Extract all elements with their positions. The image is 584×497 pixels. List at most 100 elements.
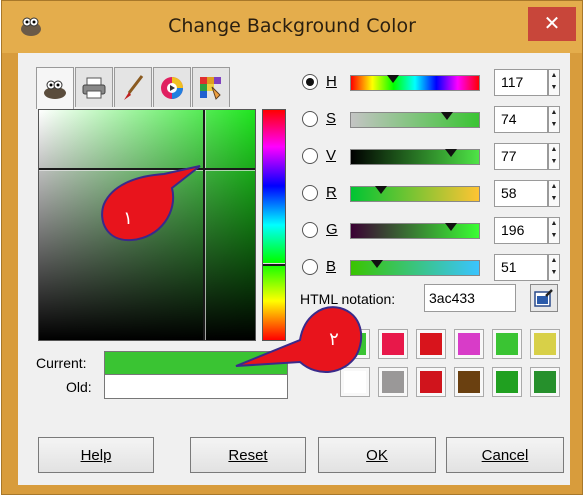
color-selector-tabs: [36, 67, 231, 109]
slider-handle[interactable]: [444, 223, 457, 231]
spin-up-icon[interactable]: ▲: [549, 70, 559, 82]
tab-wheel[interactable]: [153, 67, 191, 107]
tab-gimp-selector[interactable]: [36, 67, 74, 109]
history-swatch-color: [344, 333, 366, 355]
crosshair-vertical-highlight: [205, 110, 206, 340]
channel-value-g[interactable]: 196: [494, 217, 548, 244]
channel-radio-g[interactable]: [302, 222, 318, 238]
current-color-swatch: [104, 351, 288, 375]
html-notation-input[interactable]: [424, 284, 516, 312]
slider-handle[interactable]: [441, 112, 454, 120]
saturation-value-plane[interactable]: [38, 109, 256, 341]
history-swatch-color: [382, 333, 404, 355]
history-swatch[interactable]: [530, 367, 560, 397]
spin-buttons[interactable]: ▲ ▼: [548, 217, 560, 244]
slider-handle[interactable]: [374, 186, 387, 194]
spin-down-icon[interactable]: ▼: [549, 230, 559, 242]
tab-watercolor[interactable]: [114, 67, 152, 107]
crosshair-horizontal: [39, 168, 255, 170]
history-swatch[interactable]: [492, 367, 522, 397]
channel-value-h[interactable]: 117: [494, 69, 548, 96]
slider-handle[interactable]: [387, 75, 400, 83]
spin-buttons[interactable]: ▲ ▼: [548, 106, 560, 133]
channel-slider-h[interactable]: [350, 75, 480, 91]
slider-handle[interactable]: [445, 149, 458, 157]
ok-button-label: OK: [366, 446, 388, 464]
channel-label-r: R: [326, 184, 337, 201]
channel-label-h: H: [326, 73, 337, 90]
spin-up-icon[interactable]: ▲: [549, 181, 559, 193]
reset-button[interactable]: Reset: [190, 437, 306, 473]
channel-label-v: V: [326, 147, 337, 164]
channel-slider-g[interactable]: [350, 223, 480, 239]
channel-radio-v[interactable]: [302, 148, 318, 164]
spin-down-icon[interactable]: ▼: [549, 119, 559, 131]
history-swatch[interactable]: [378, 329, 408, 359]
slider-handle[interactable]: [371, 260, 383, 268]
color-wheel-icon: [161, 76, 183, 99]
history-swatch-color: [496, 371, 518, 393]
eyedropper-icon: [534, 289, 553, 307]
history-swatch[interactable]: [492, 329, 522, 359]
tab-cmyk[interactable]: [75, 67, 113, 107]
channel-radio-b[interactable]: [302, 259, 318, 275]
channel-value-b[interactable]: 51: [494, 254, 548, 281]
spin-buttons[interactable]: ▲ ▼: [548, 254, 560, 281]
history-swatch-color: [534, 333, 556, 355]
cancel-button[interactable]: Cancel: [446, 437, 564, 473]
history-swatch[interactable]: [416, 329, 446, 359]
channel-label-g: G: [326, 221, 338, 238]
history-swatch[interactable]: [416, 367, 446, 397]
hue-marker[interactable]: [263, 263, 285, 266]
spin-down-icon[interactable]: ▼: [549, 267, 559, 279]
channel-slider-r[interactable]: [350, 186, 480, 202]
spin-up-icon[interactable]: ▲: [549, 144, 559, 156]
color-picker-button[interactable]: [530, 284, 558, 312]
history-swatch[interactable]: [340, 367, 370, 397]
close-button[interactable]: ✕: [528, 7, 576, 41]
channel-label-b: B: [326, 258, 337, 275]
old-label: Old:: [66, 379, 92, 395]
spin-down-icon[interactable]: ▼: [549, 82, 559, 94]
channel-slider-s[interactable]: [350, 112, 480, 128]
channel-row-r: R 58 ▲ ▼: [302, 180, 564, 208]
channel-radio-h[interactable]: [302, 74, 318, 90]
hue-strip[interactable]: [262, 109, 286, 341]
history-swatch-color: [458, 371, 480, 393]
channel-value-s[interactable]: 74: [494, 106, 548, 133]
old-color-swatch[interactable]: [104, 375, 288, 399]
spin-up-icon[interactable]: ▲: [549, 107, 559, 119]
cancel-button-label: Cancel: [481, 446, 529, 464]
crosshair-vertical: [203, 110, 205, 340]
history-swatch[interactable]: [530, 329, 560, 359]
channel-row-b: B 51 ▲ ▼: [302, 254, 564, 282]
channel-value-v[interactable]: 77: [494, 143, 548, 170]
dialog-body: Current: Old: H 117 ▲ ▼ S 74 ▲ ▼ V 77 ▲ ▼ R 58 ▲ ▼ G 196 ▲…: [18, 53, 570, 485]
channel-slider-b[interactable]: [350, 260, 480, 276]
tab-palette[interactable]: [192, 67, 230, 107]
spin-down-icon[interactable]: ▼: [549, 193, 559, 205]
history-swatch[interactable]: [378, 367, 408, 397]
spin-up-icon[interactable]: ▲: [549, 255, 559, 267]
channel-radio-s[interactable]: [302, 111, 318, 127]
ok-button[interactable]: OK: [318, 437, 436, 473]
channel-radio-r[interactable]: [302, 185, 318, 201]
printer-icon: [82, 77, 106, 98]
channel-slider-v[interactable]: [350, 149, 480, 165]
history-swatch-color: [420, 333, 442, 355]
spin-buttons[interactable]: ▲ ▼: [548, 180, 560, 207]
history-swatch[interactable]: [454, 329, 484, 359]
spin-buttons[interactable]: ▲ ▼: [548, 143, 560, 170]
channel-row-g: G 196 ▲ ▼: [302, 217, 564, 245]
history-swatch[interactable]: [340, 329, 370, 359]
spin-buttons[interactable]: ▲ ▼: [548, 69, 560, 96]
history-swatch-color: [344, 371, 366, 393]
channel-value-r[interactable]: 58: [494, 180, 548, 207]
spin-down-icon[interactable]: ▼: [549, 156, 559, 168]
channel-row-v: V 77 ▲ ▼: [302, 143, 564, 171]
title-bar[interactable]: Change Background Color ✕: [2, 1, 582, 53]
palette-icon: [200, 76, 221, 100]
history-swatch[interactable]: [454, 367, 484, 397]
spin-up-icon[interactable]: ▲: [549, 218, 559, 230]
help-button[interactable]: Help: [38, 437, 154, 473]
